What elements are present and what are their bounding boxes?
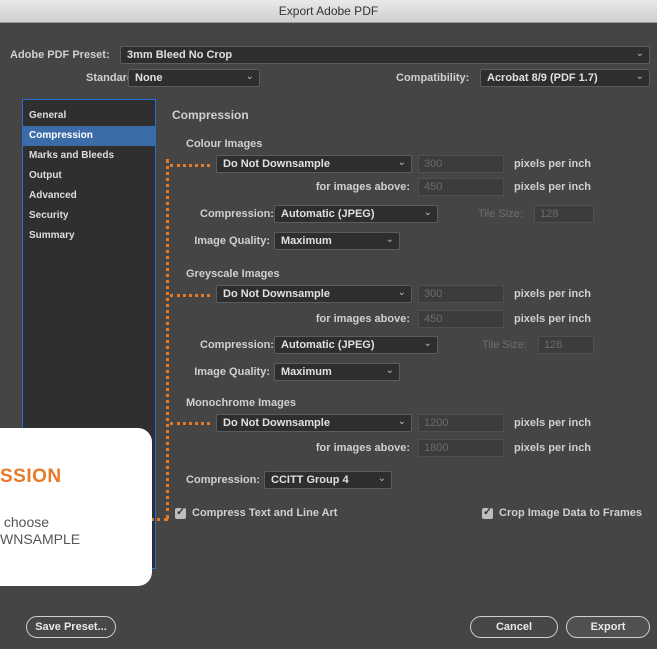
annotation-dotted-line (150, 518, 168, 524)
colour-quality-dropdown[interactable]: Maximum ⌄ (274, 232, 400, 250)
grey-downsample-value: Do Not Downsample (223, 288, 330, 300)
sidebar-item-advanced[interactable]: Advanced (23, 186, 155, 206)
chevron-down-icon: ⌄ (245, 71, 254, 82)
colour-above-field[interactable]: 450 (418, 178, 504, 196)
chevron-down-icon: ⌄ (635, 48, 644, 59)
grey-quality-value: Maximum (281, 366, 332, 378)
grey-quality-label: Image Quality: (194, 366, 270, 378)
mono-compression-value: CCITT Group 4 (271, 474, 349, 486)
grey-above-unit: pixels per inch (514, 313, 592, 325)
sidebar-item-compression[interactable]: Compression (23, 126, 155, 146)
mono-ppi-field[interactable]: 1200 (418, 414, 504, 432)
colour-ppi-field[interactable]: 300 (418, 155, 504, 173)
preset-value: 3mm Bleed No Crop (127, 49, 233, 61)
export-button[interactable]: Export (566, 616, 650, 638)
chevron-down-icon: ⌄ (385, 365, 394, 376)
annotation-dotted-line (166, 159, 175, 519)
mono-ppi-unit: pixels per inch (514, 417, 592, 429)
grey-above-field[interactable]: 450 (418, 310, 504, 328)
sidebar-item-summary[interactable]: Summary (23, 226, 155, 246)
standard-value: None (135, 72, 163, 84)
grey-quality-dropdown[interactable]: Maximum ⌄ (274, 363, 400, 381)
crop-image-label: Crop Image Data to Frames (499, 507, 643, 519)
grey-tile-label: Tile Size: (482, 339, 527, 351)
sidebar-item-security[interactable]: Security (23, 206, 155, 226)
window-title: Export Adobe PDF (278, 4, 379, 18)
chevron-down-icon: ⌄ (377, 473, 386, 484)
chevron-down-icon: ⌄ (385, 234, 394, 245)
preset-dropdown[interactable]: 3mm Bleed No Crop ⌄ (120, 46, 650, 64)
compatibility-value: Acrobat 8/9 (PDF 1.7) (487, 72, 598, 84)
callout-text: choose WNSAMPLE (0, 514, 81, 547)
sidebar-item-general[interactable]: General (23, 106, 155, 126)
colour-above-label: for images above: (315, 181, 410, 193)
annotation-dotted-line (170, 164, 210, 170)
annotation-dotted-line (170, 422, 210, 428)
mono-above-unit: pixels per inch (514, 442, 592, 454)
grey-tile-field[interactable]: 128 (538, 336, 594, 354)
colour-tile-label: Tile Size: (478, 208, 523, 220)
colour-compression-dropdown[interactable]: Automatic (JPEG) ⌄ (274, 205, 438, 223)
colour-downsample-value: Do Not Downsample (223, 158, 330, 170)
compatibility-label: Compatibility: (396, 72, 470, 84)
export-dialog: Export Adobe PDF Adobe PDF Preset: 3mm B… (0, 0, 657, 649)
monochrome-images-header: Monochrome Images (186, 397, 297, 409)
page-title: Compression (172, 108, 249, 122)
cancel-button[interactable]: Cancel (470, 616, 558, 638)
compress-text-label: Compress Text and Line Art (192, 507, 338, 519)
crop-image-checkbox[interactable] (482, 505, 493, 519)
colour-quality-label: Image Quality: (194, 235, 270, 247)
colour-ppi-unit: pixels per inch (514, 158, 592, 170)
colour-tile-field[interactable]: 128 (534, 205, 594, 223)
colour-downsample-dropdown[interactable]: Do Not Downsample ⌄ (216, 155, 412, 173)
chevron-down-icon: ⌄ (397, 416, 406, 427)
mono-above-label: for images above: (315, 442, 410, 454)
grey-ppi-field[interactable]: 300 (418, 285, 504, 303)
chevron-down-icon: ⌄ (423, 207, 432, 218)
colour-compression-value: Automatic (JPEG) (281, 208, 375, 220)
mono-downsample-value: Do Not Downsample (223, 417, 330, 429)
compatibility-dropdown[interactable]: Acrobat 8/9 (PDF 1.7) ⌄ (480, 69, 650, 87)
grey-compression-label: Compression: (200, 339, 274, 351)
sidebar-item-marks-and-bleeds[interactable]: Marks and Bleeds (23, 146, 155, 166)
mono-downsample-dropdown[interactable]: Do Not Downsample ⌄ (216, 414, 412, 432)
colour-compression-label: Compression: (200, 208, 274, 220)
grey-ppi-unit: pixels per inch (514, 288, 592, 300)
grey-compression-value: Automatic (JPEG) (281, 339, 375, 351)
sidebar-item-output[interactable]: Output (23, 166, 155, 186)
title-bar: Export Adobe PDF (0, 0, 657, 23)
colour-above-unit: pixels per inch (514, 181, 592, 193)
annotation-dotted-line (170, 294, 210, 300)
mono-above-field[interactable]: 1800 (418, 439, 504, 457)
chevron-down-icon: ⌄ (397, 157, 406, 168)
mono-compression-label: Compression: (186, 474, 260, 486)
grey-compression-dropdown[interactable]: Automatic (JPEG) ⌄ (274, 336, 438, 354)
callout-title: SSION (0, 466, 62, 487)
grey-downsample-dropdown[interactable]: Do Not Downsample ⌄ (216, 285, 412, 303)
preset-label: Adobe PDF Preset: (10, 49, 110, 61)
compress-text-checkbox[interactable] (175, 505, 186, 519)
standard-dropdown[interactable]: None ⌄ (128, 69, 260, 87)
chevron-down-icon: ⌄ (397, 287, 406, 298)
chevron-down-icon: ⌄ (423, 338, 432, 349)
greyscale-images-header: Greyscale Images (186, 268, 280, 280)
colour-images-header: Colour Images (186, 138, 263, 150)
mono-compression-dropdown[interactable]: CCITT Group 4 ⌄ (264, 471, 392, 489)
colour-quality-value: Maximum (281, 235, 332, 247)
callout-panel: SSION choose WNSAMPLE (0, 428, 152, 586)
save-preset-button[interactable]: Save Preset... (26, 616, 116, 638)
grey-above-label: for images above: (315, 313, 410, 325)
chevron-down-icon: ⌄ (635, 71, 644, 82)
